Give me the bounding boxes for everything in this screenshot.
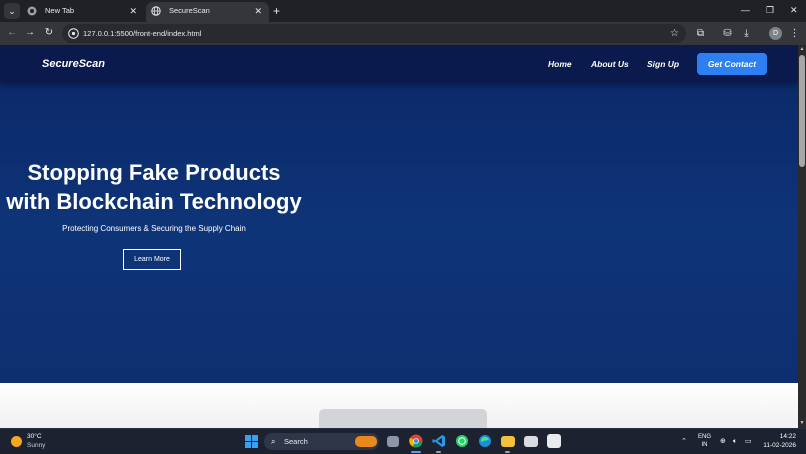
system-clock[interactable]: 14:22 11-02-2026 (762, 433, 796, 450)
hero-title: Stopping Fake Products with Blockchain T… (0, 158, 308, 216)
scroll-down-arrow-icon[interactable]: ▼ (798, 420, 806, 426)
site-info-icon[interactable] (68, 28, 79, 39)
tab-strip: ⌄ New Tab ✕ SecureScan ✕ + — ❐ ✕ (0, 0, 806, 22)
tab-search-chevron-icon[interactable]: ⌄ (4, 3, 20, 19)
store-icon[interactable] (547, 434, 561, 448)
nav-link-home[interactable]: Home (548, 45, 572, 83)
chrome-icon[interactable] (409, 434, 423, 448)
browser-toolbar: ← → ↻ 127.0.0.1:5500/front-end/index.htm… (0, 22, 806, 45)
address-url[interactable]: 127.0.0.1:5500/front-end/index.html (83, 24, 201, 43)
hero-title-line-1: Stopping Fake Products (27, 160, 281, 185)
tab-close-icon[interactable]: ✕ (254, 2, 262, 20)
page-viewport: SecureScan Home About Us Sign Up Get Con… (0, 45, 798, 428)
globe-favicon-icon (151, 6, 161, 16)
volume-icon[interactable]: 🔈︎ (733, 429, 737, 454)
bookmark-star-icon[interactable]: ☆ (670, 24, 679, 43)
weather-condition[interactable]: Sunny (27, 442, 45, 449)
search-icon: ⌕ (271, 437, 276, 446)
page-scrollbar[interactable]: ▲ ▼ (798, 45, 806, 428)
tab-new-tab[interactable]: New Tab ✕ (22, 2, 144, 22)
tray-overflow-chevron-icon[interactable]: ⌃ (681, 429, 687, 454)
tab-securescan[interactable]: SecureScan ✕ (146, 2, 269, 22)
next-section (0, 383, 798, 428)
search-highlight-icon (355, 436, 377, 447)
feature-card (319, 409, 487, 428)
taskbar-search[interactable]: ⌕ Search (264, 433, 379, 450)
network-globe-icon[interactable]: ⊕ (720, 429, 726, 454)
hero-title-line-2: with Blockchain Technology (6, 189, 302, 214)
edge-icon[interactable] (478, 434, 492, 448)
forward-arrow-icon[interactable]: → (23, 26, 37, 40)
get-contact-button[interactable]: Get Contact (697, 53, 767, 75)
clock-time: 14:22 (779, 433, 796, 440)
clock-date: 11-02-2026 (763, 441, 796, 449)
incognito-icon[interactable]: ⛁ (721, 27, 734, 40)
taskbar-search-label: Search (284, 437, 308, 446)
tab-close-icon[interactable]: ✕ (129, 2, 137, 20)
task-view-icon[interactable] (387, 436, 399, 447)
nav-link-about-us[interactable]: About Us (591, 45, 629, 83)
tab-title: New Tab (45, 6, 75, 15)
new-tab-button[interactable]: + (273, 3, 280, 19)
whatsapp-icon[interactable] (455, 434, 469, 448)
windows-taskbar: 30°C Sunny ⌕ Search ⌃ ENG IN ⊕ 🔈︎ ▭ 14:2… (0, 428, 806, 453)
language-code: ENG (698, 434, 712, 440)
minimize-button[interactable]: — (741, 2, 750, 18)
back-arrow-icon[interactable]: ← (5, 26, 19, 40)
mail-icon[interactable] (524, 436, 538, 447)
extensions-icon[interactable]: ⧉ (694, 27, 707, 40)
battery-icon[interactable]: ▭ (745, 429, 752, 454)
nav-link-sign-up[interactable]: Sign Up (647, 45, 679, 83)
close-window-button[interactable]: ✕ (790, 2, 798, 18)
maximize-button[interactable]: ❐ (766, 2, 774, 18)
windows-start-icon[interactable] (245, 435, 258, 448)
input-language[interactable]: ENG IN (698, 433, 711, 449)
file-explorer-icon[interactable] (501, 436, 515, 447)
site-header: SecureScan Home About Us Sign Up Get Con… (0, 45, 798, 83)
learn-more-button[interactable]: Learn More (123, 249, 181, 270)
scroll-up-arrow-icon[interactable]: ▲ (798, 46, 806, 52)
profile-avatar[interactable]: D (769, 27, 782, 40)
hero-section: Stopping Fake Products with Blockchain T… (0, 83, 798, 383)
sun-weather-icon[interactable] (11, 436, 22, 447)
tab-title: SecureScan (169, 6, 210, 15)
vscode-icon[interactable] (432, 434, 446, 448)
reload-icon[interactable]: ↻ (42, 26, 56, 40)
download-icon[interactable]: ⤓ (740, 27, 753, 40)
weather-temperature[interactable]: 30°C (27, 433, 42, 440)
browser-menu-icon[interactable]: ⋮ (788, 27, 801, 40)
language-region: IN (701, 442, 708, 448)
browser-window: ⌄ New Tab ✕ SecureScan ✕ + — ❐ ✕ ← → ↻ 1… (0, 0, 806, 453)
address-bar[interactable]: 127.0.0.1:5500/front-end/index.html ☆ (62, 24, 686, 43)
chrome-favicon-icon (27, 6, 37, 16)
site-logo[interactable]: SecureScan (42, 45, 105, 83)
hero-subtitle: Protecting Consumers & Securing the Supp… (62, 224, 246, 233)
scrollbar-thumb[interactable] (799, 55, 805, 167)
